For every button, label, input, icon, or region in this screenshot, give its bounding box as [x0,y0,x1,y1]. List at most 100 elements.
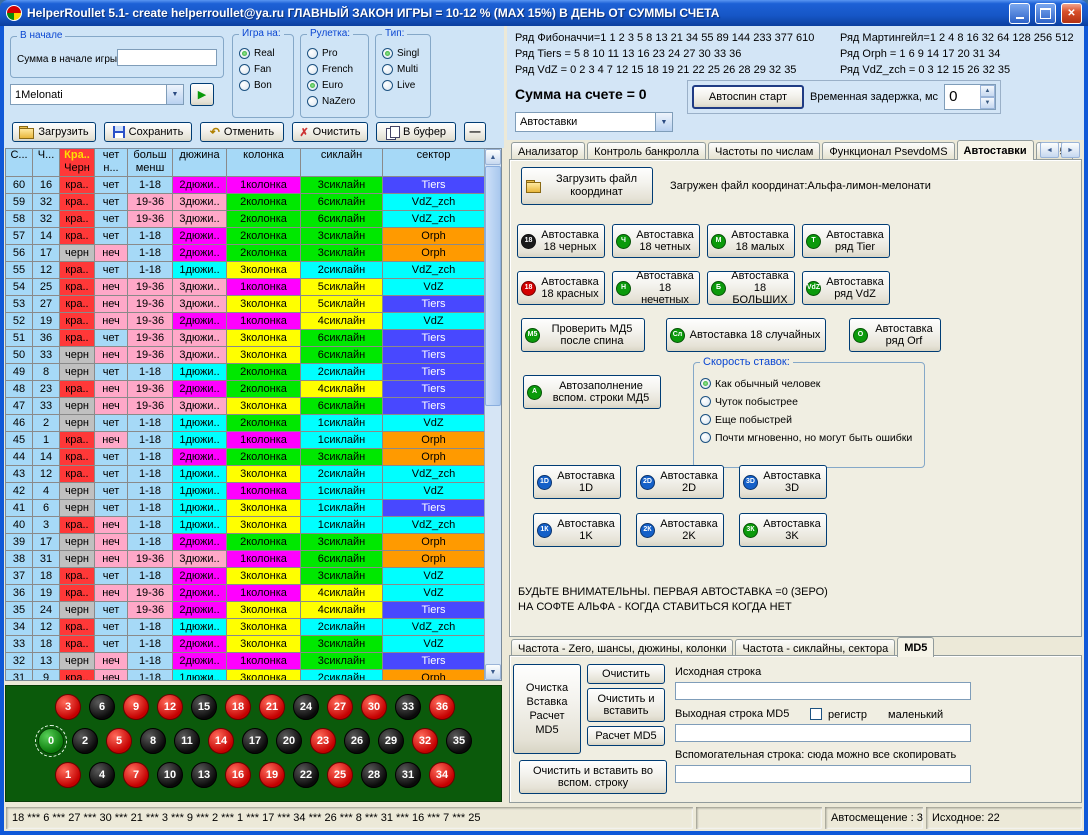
roulette-number-30[interactable]: 30 [361,694,387,720]
radio-option-Как обычный человек[interactable]: Как обычный человек [700,377,924,390]
scroll-down-icon[interactable]: ▼ [485,664,501,680]
table-row[interactable]: 3831черннеч19-363дюжи..1колонка6сиклайнO… [6,551,485,568]
bet-button[interactable]: СлАвтоставка 18 случайных [666,318,826,352]
roulette-number-3[interactable]: 3 [55,694,81,720]
chevron-down-icon[interactable]: ▼ [166,85,183,104]
radio-option-Чуток побыстрее[interactable]: Чуток побыстрее [700,395,924,408]
roulette-number-12[interactable]: 12 [157,694,183,720]
tab-MD5[interactable]: MD5 [897,637,934,657]
bet-button[interactable]: 3КАвтоставка 3K [739,513,827,547]
roulette-number-1[interactable]: 1 [55,762,81,788]
md5-clear-button[interactable]: Очистить [587,664,665,684]
table-row[interactable]: 3619кра..неч19-362дюжи..1колонка4сиклайн… [6,585,485,602]
tab-Контроль банкролла[interactable]: Контроль банкролла [587,142,706,160]
roulette-number-26[interactable]: 26 [344,728,370,754]
table-row[interactable]: 3524чернчет19-362дюжи..3колонка4сиклайнT… [6,602,485,619]
table-row[interactable]: 416чернчет1-181дюжи..3колонка1сиклайнTie… [6,500,485,517]
table-row[interactable]: 3213черннеч1-182дюжи..1колонка3сиклайнTi… [6,653,485,670]
table-row[interactable]: 3917черннеч1-182дюжи..2колонка3сиклайнOr… [6,534,485,551]
source-string-input[interactable] [675,682,971,700]
chevron-down-icon[interactable]: ▼ [655,113,672,131]
toolbar-button-Загрузить[interactable]: Загрузить [12,122,96,142]
roulette-number-35[interactable]: 35 [446,728,472,754]
roulette-number-36[interactable]: 36 [429,694,455,720]
profile-combo[interactable]: 1Melonati ▼ [10,84,184,105]
roulette-number-6[interactable]: 6 [89,694,115,720]
table-row[interactable]: 451кра..неч1-181дюжи..1колонка1сиклайнOr… [6,432,485,449]
roulette-number-0[interactable]: 0 [38,728,64,754]
close-button[interactable] [1061,3,1082,24]
delay-spinner[interactable]: 0 ▲▼ [944,84,996,110]
table-row[interactable]: 4823кра..неч19-362дюжи..2колонка4сиклайн… [6,381,485,398]
bet-button[interactable]: ААвтозаполнение вспом. строки МД5 [523,375,661,409]
roulette-number-21[interactable]: 21 [259,694,285,720]
maximize-button[interactable] [1035,3,1056,24]
bet-button[interactable]: 1КАвтоставка 1K [533,513,621,547]
autobets-combo[interactable]: Автоставки ▼ [515,112,673,132]
roulette-number-19[interactable]: 19 [259,762,285,788]
scrollbar-thumb[interactable] [485,166,501,406]
bet-button[interactable]: 2КАвтоставка 2K [636,513,724,547]
roulette-number-16[interactable]: 16 [225,762,251,788]
bet-button[interactable]: ТАвтоставка ряд Tier [802,224,890,258]
roulette-number-13[interactable]: 13 [191,762,217,788]
radio-option-Pro[interactable]: Pro [307,47,368,60]
roulette-number-25[interactable]: 25 [327,762,353,788]
bet-button[interactable]: МАвтоставка 18 малых [707,224,795,258]
table-row[interactable]: 5714кра..чет1-182дюжи..2колонка3сиклайнO… [6,228,485,245]
table-scrollbar[interactable]: ▲ ▼ [484,149,501,680]
bet-button[interactable]: 2DАвтоставка 2D [636,465,724,499]
roulette-number-24[interactable]: 24 [293,694,319,720]
tab-scroll-right-icon[interactable]: ► [1061,142,1080,158]
roulette-number-33[interactable]: 33 [395,694,421,720]
roulette-number-4[interactable]: 4 [89,762,115,788]
table-row[interactable]: 4733черннеч19-363дюжи..3колонка6сиклайнT… [6,398,485,415]
roulette-number-7[interactable]: 7 [123,762,149,788]
roulette-number-29[interactable]: 29 [378,728,404,754]
toolbar-button-—[interactable]: — [464,122,486,142]
table-row[interactable]: 4312кра..чет1-181дюжи..3колонка2сиклайнV… [6,466,485,483]
bet-button[interactable]: БАвтоставка 18 БОЛЬШИХ [707,271,795,305]
results-table[interactable]: С...Ч...Кра..Чернчетн...большменшдюжинак… [5,148,502,681]
table-row[interactable]: 498чернчет1-181дюжи..2колонка2сиклайнTie… [6,364,485,381]
table-row[interactable]: 319кра..неч1-181дюжи..3колонка2сиклайнOr… [6,670,485,680]
toolbar-button-Сохранить[interactable]: Сохранить [104,122,192,142]
radio-option-Singl[interactable]: Singl [382,47,430,60]
roulette-number-14[interactable]: 14 [208,728,234,754]
table-row[interactable]: 462чернчет1-181дюжи..2колонка1сиклайнVdZ [6,415,485,432]
roulette-number-11[interactable]: 11 [174,728,200,754]
tab-Функционал PsevdoMS[interactable]: Функционал PsevdoMS [822,142,954,160]
radio-option-Multi[interactable]: Multi [382,63,430,76]
radio-option-Fan[interactable]: Fan [239,63,293,76]
table-row[interactable]: 403кра..неч1-181дюжи..3колонка1сиклайнVd… [6,517,485,534]
roulette-number-5[interactable]: 5 [106,728,132,754]
table-row[interactable]: 5512кра..чет1-181дюжи..3колонка2сиклайнV… [6,262,485,279]
title-bar[interactable]: HelperRoullet 5.1- create helperroullet@… [0,0,1088,26]
radio-option-French[interactable]: French [307,63,368,76]
scroll-up-icon[interactable]: ▲ [485,149,501,165]
table-row[interactable]: 5617черннеч1-182дюжи..2колонка3сиклайнOr… [6,245,485,262]
table-row[interactable]: 5832кра..чет19-363дюжи..2колонка6сиклайн… [6,211,485,228]
md5-clear-paste-button[interactable]: Очистить и вставить [587,688,665,722]
tab-Автоставки[interactable]: Автоставки [957,140,1034,160]
autospin-start-button[interactable]: Автоспин старт [692,85,804,109]
minimize-button[interactable] [1009,3,1030,24]
roulette-number-20[interactable]: 20 [276,728,302,754]
tab-scroll-left-icon[interactable]: ◄ [1040,142,1059,158]
roulette-number-32[interactable]: 32 [412,728,438,754]
md5-calc-button[interactable]: Расчет MD5 [587,726,665,746]
roulette-number-34[interactable]: 34 [429,762,455,788]
helper-string-input[interactable] [675,765,971,783]
md5-stack-button[interactable]: Очистка Вставка Расчет MD5 [513,664,581,754]
bet-button[interactable]: 18Автоставка 18 черных [517,224,605,258]
radio-option-Bon[interactable]: Bon [239,79,293,92]
table-row[interactable]: 3318кра..чет1-182дюжи..3колонка3сиклайнV… [6,636,485,653]
spin-up-icon[interactable]: ▲ [980,85,995,97]
roulette-number-9[interactable]: 9 [123,694,149,720]
toolbar-button-Очистить[interactable]: Очистить [292,122,368,142]
table-row[interactable]: 5136кра..чет19-363дюжи..3колонка6сиклайн… [6,330,485,347]
radio-option-Euro[interactable]: Euro [307,79,368,92]
bet-button[interactable]: ЧАвтоставка 18 четных [612,224,700,258]
roulette-number-18[interactable]: 18 [225,694,251,720]
roulette-number-28[interactable]: 28 [361,762,387,788]
